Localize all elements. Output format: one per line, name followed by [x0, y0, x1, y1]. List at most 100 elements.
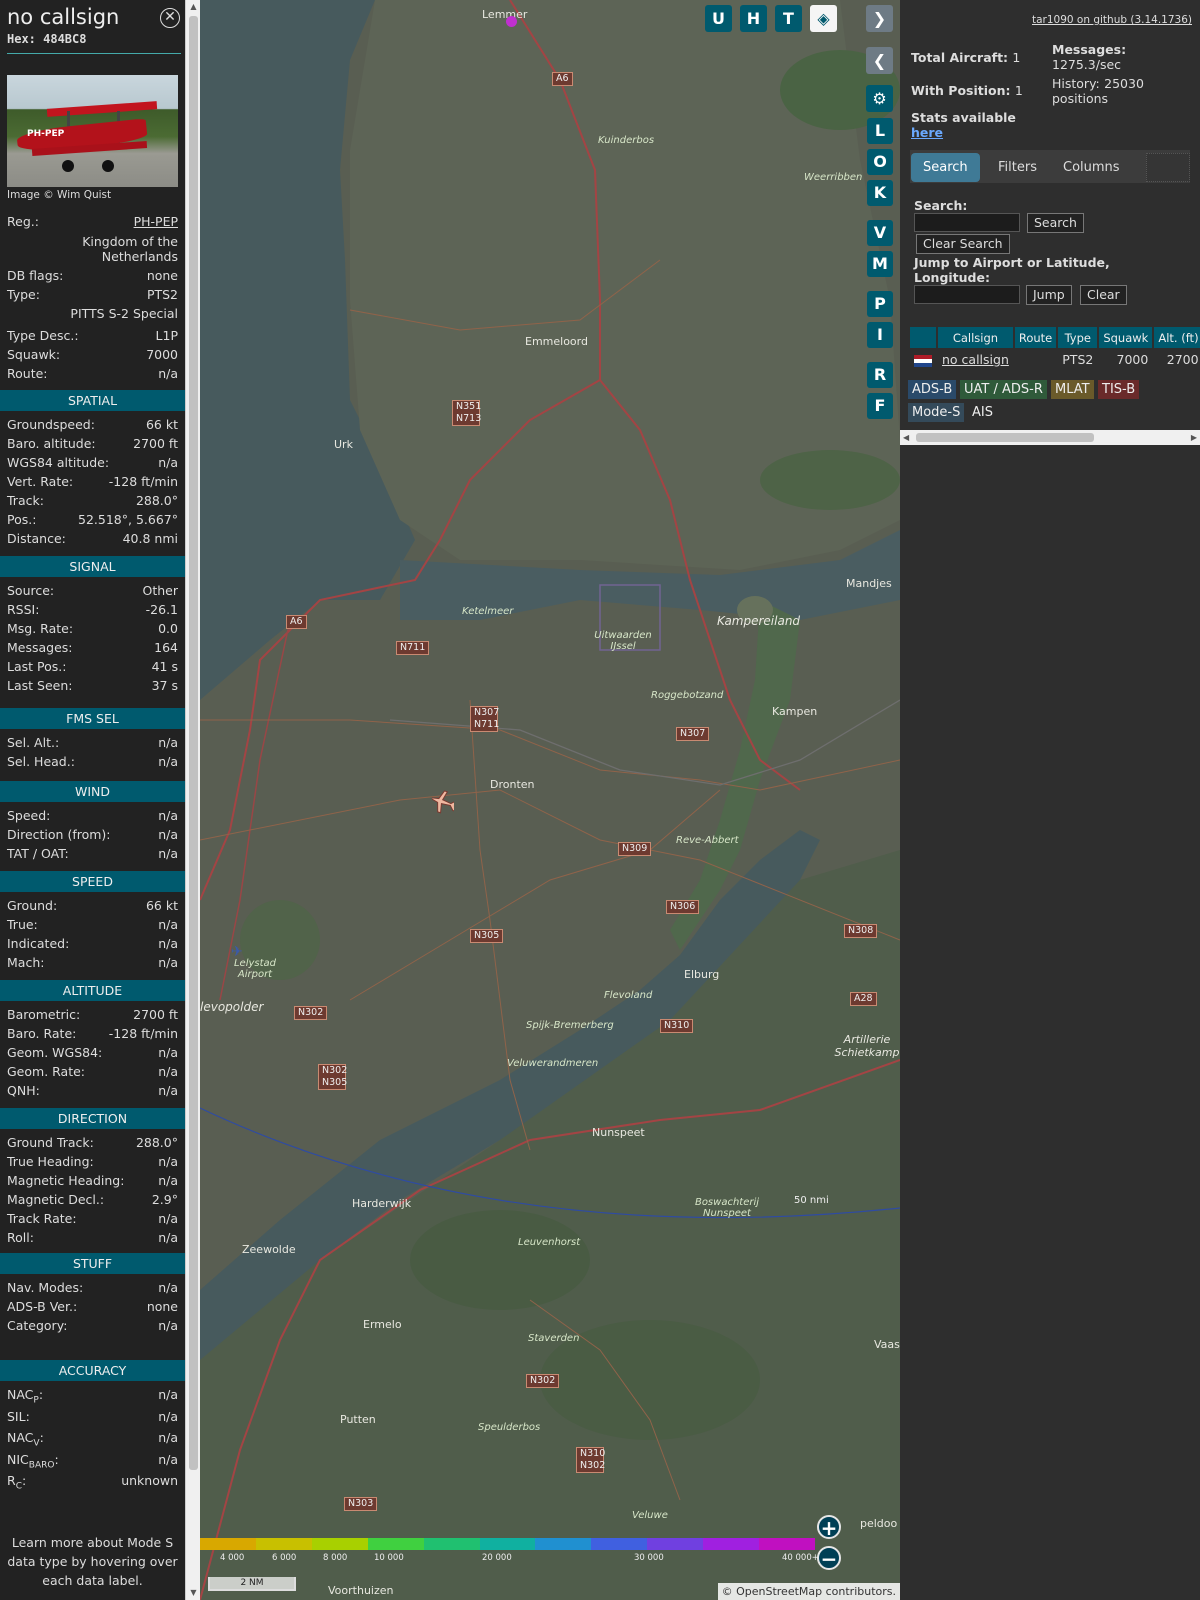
version-link[interactable]: tar1090 on github (3.14.1736): [1032, 14, 1192, 26]
squawk-row: Squawk: 7000: [7, 346, 178, 363]
accuracy-label-text: NAC: [7, 1387, 34, 1402]
zoom-out-button[interactable]: −: [817, 1546, 841, 1570]
close-icon[interactable]: ✕: [160, 8, 180, 28]
spatial-label: Distance:: [7, 531, 66, 546]
spatial-label: WGS84 altitude:: [7, 455, 110, 470]
table-header-row: Callsign Route Type Squawk Alt. (ft) S: [910, 327, 1200, 348]
layers-icon[interactable]: ◈: [810, 5, 837, 32]
map-button-t[interactable]: T: [775, 5, 802, 32]
col-route[interactable]: Route: [1014, 327, 1057, 348]
scroll-right-icon[interactable]: ▶: [1191, 430, 1197, 445]
row-route: [1015, 350, 1056, 369]
col-type[interactable]: Type: [1058, 327, 1098, 348]
scroll-up-icon[interactable]: ▲: [186, 0, 201, 14]
info-scroll-area[interactable]: no callsign ✕ Hex: 484BC8 PH-PEP Image ©…: [0, 0, 185, 1600]
map-place-label: Ermelo: [363, 1318, 402, 1331]
table-hscrollbar[interactable]: ◀ ▶: [900, 430, 1200, 445]
tab-filters[interactable]: Filters: [986, 153, 1049, 182]
clear-jump-button[interactable]: Clear: [1080, 285, 1127, 305]
jump-button[interactable]: Jump: [1026, 285, 1072, 305]
signal-row: Last Seen: 37 s: [7, 677, 178, 694]
map-button-l[interactable]: L: [867, 118, 893, 144]
aircraft-marker-icon[interactable]: [432, 788, 454, 816]
altitude-value: n/a: [158, 1045, 178, 1060]
accuracy-label-sub: BARO: [28, 1460, 55, 1470]
type-name-row: PITTS S-2 Special: [7, 305, 178, 322]
chevron-left-icon[interactable]: ❮: [866, 47, 893, 74]
jump-input[interactable]: [914, 285, 1020, 304]
speed-label: Ground:: [7, 898, 58, 913]
scroll-down-icon[interactable]: ▼: [186, 1586, 201, 1600]
section-spatial: SPATIAL: [0, 390, 185, 411]
road-shield: A6: [286, 615, 307, 629]
tab-search[interactable]: Search: [911, 153, 980, 182]
scroll-thumb[interactable]: [189, 16, 198, 1470]
row-callsign[interactable]: no callsign: [938, 350, 1013, 369]
direction-row: Roll: n/a: [7, 1229, 178, 1246]
map-place-label: Elburg: [684, 968, 720, 981]
altitude-label: QNH:: [7, 1083, 40, 1098]
accuracy-value: unknown: [121, 1473, 178, 1488]
search-input[interactable]: [914, 213, 1020, 232]
map-button-m[interactable]: M: [867, 251, 893, 277]
reg-link[interactable]: PH-PEP: [134, 213, 178, 230]
clear-search-button[interactable]: Clear Search: [916, 234, 1010, 254]
col-flag[interactable]: [910, 327, 936, 348]
accuracy-label: SIL:: [7, 1408, 30, 1425]
map-button-u[interactable]: U: [705, 5, 732, 32]
road-shield: N302 N305: [318, 1064, 347, 1090]
spatial-value: 288.0°: [135, 493, 178, 508]
map-place-label: Emmeloord: [525, 335, 588, 348]
wind-value: n/a: [158, 827, 178, 842]
signal-row: Last Pos.: 41 s: [7, 658, 178, 675]
history-stat: History: 25030 positions: [1052, 76, 1192, 106]
map-button-h[interactable]: H: [740, 5, 767, 32]
aircraft-photo[interactable]: PH-PEP: [7, 75, 178, 187]
section-wind: WIND: [0, 781, 185, 802]
map-button-o[interactable]: O: [867, 149, 893, 175]
chevron-right-icon[interactable]: ❯: [866, 5, 893, 32]
map-place-label: Nunspeet: [592, 1126, 645, 1139]
map-button-p[interactable]: P: [867, 291, 893, 317]
signal-value: 164: [154, 640, 178, 655]
source-tag: AIS: [972, 405, 993, 420]
scroll-left-icon[interactable]: ◀: [903, 430, 909, 445]
map-view[interactable]: Lemmer Emmeloord Urk Dronten Kampereiland Kam…: [200, 0, 900, 1600]
receiver-location-icon: [506, 16, 517, 27]
col-callsign[interactable]: Callsign: [938, 327, 1013, 348]
total-aircraft: Total Aircraft: 1: [911, 50, 1020, 65]
search-button[interactable]: Search: [1027, 213, 1084, 233]
selected-callsign: no callsign: [7, 5, 120, 29]
info-scrollbar[interactable]: ▲ ▼: [185, 0, 200, 1600]
road-shield: N305: [470, 929, 504, 943]
map-button-f[interactable]: F: [867, 393, 893, 419]
altitude-label: Barometric:: [7, 1007, 81, 1022]
col-squawk[interactable]: Squawk: [1099, 327, 1153, 348]
gear-icon[interactable]: ⚙: [866, 85, 893, 112]
hscroll-thumb[interactable]: [916, 433, 1094, 442]
map-button-i[interactable]: I: [867, 322, 893, 348]
direction-value: n/a: [158, 1173, 178, 1188]
map-canvas: [200, 0, 900, 1600]
stats-link[interactable]: here: [911, 125, 943, 140]
source-tag: ADS-B: [908, 380, 957, 399]
map-button-v[interactable]: V: [867, 220, 893, 246]
speed-value: n/a: [158, 917, 178, 932]
map-attribution[interactable]: © OpenStreetMap contributors.: [717, 1583, 900, 1600]
tab-columns[interactable]: Columns: [1051, 153, 1132, 182]
accuracy-label-text: NAC: [7, 1430, 34, 1445]
dbflags-value: none: [146, 268, 178, 283]
country: Kingdom of the Netherlands: [82, 234, 178, 264]
accuracy-label: RC:: [7, 1472, 26, 1496]
table-row[interactable]: no callsign PTS2 7000 2700: [910, 350, 1200, 369]
altitude-label: Baro. Rate:: [7, 1026, 77, 1041]
col-altitude[interactable]: Alt. (ft): [1154, 327, 1200, 348]
map-button-r[interactable]: R: [867, 362, 893, 388]
zoom-in-button[interactable]: +: [817, 1515, 841, 1539]
map-button-k[interactable]: K: [867, 180, 893, 206]
legend-tick-label: 30 000: [634, 1553, 664, 1563]
map-area-label: Leuvenhorst: [518, 1237, 581, 1248]
spatial-row: Groundspeed: 66 kt: [7, 416, 178, 433]
altitude-value: 2700 ft: [133, 1007, 178, 1022]
total-aircraft-value: 1: [1012, 50, 1021, 65]
